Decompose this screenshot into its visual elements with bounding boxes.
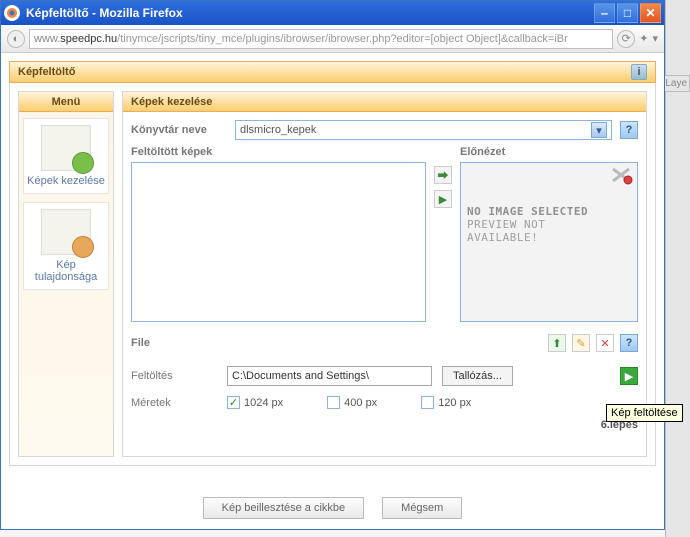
size-120-checkbox[interactable]: 120 px bbox=[421, 396, 471, 409]
file-path-input[interactable]: C:\Documents and Settings\ bbox=[227, 366, 432, 386]
preview-box: NO IMAGE SELECTED PREVIEW NOT AVAILABLE! bbox=[460, 162, 638, 322]
insert-button[interactable]: Kép beillesztése a cikkbe bbox=[203, 497, 365, 519]
main-title: Képek kezelése bbox=[123, 92, 646, 112]
sizes-label: Méretek bbox=[131, 397, 217, 409]
browser-toolbar: ◐ www.speedpc.hu/tinymce/jscripts/tiny_m… bbox=[1, 25, 664, 53]
help-icon[interactable]: ? bbox=[620, 334, 638, 352]
sidebar-item-label: Kép tulajdonsága bbox=[35, 259, 97, 283]
browse-button[interactable]: Tallózás... bbox=[442, 366, 513, 386]
panel-title-text: Képfeltöltő bbox=[18, 66, 75, 78]
reload-icon[interactable]: ⟳ bbox=[617, 30, 635, 48]
step-label: 6.lépés bbox=[131, 419, 638, 431]
size-400-checkbox[interactable]: 400 px bbox=[327, 396, 377, 409]
sidebar: Menü Képek kezelése Kép tulajdonsága bbox=[18, 91, 114, 457]
size-1024-checkbox[interactable]: ✓ 1024 px bbox=[227, 396, 283, 409]
sidebar-item-manage-images[interactable]: Képek kezelése bbox=[23, 118, 109, 194]
maximize-button[interactable]: □ bbox=[617, 3, 638, 23]
preview-placeholder: NO IMAGE SELECTED PREVIEW NOT AVAILABLE! bbox=[467, 205, 631, 244]
delete-icon[interactable]: ✕ bbox=[596, 334, 614, 352]
chevron-down-icon: ▾ bbox=[591, 122, 607, 138]
preview-label: Előnézet bbox=[460, 146, 638, 158]
minimize-button[interactable]: ‒ bbox=[594, 3, 615, 23]
directory-label: Könyvtár neve bbox=[131, 124, 227, 136]
move-right-icon[interactable]: ⮕ bbox=[434, 166, 452, 184]
info-icon[interactable]: i bbox=[631, 64, 647, 80]
upload-label: Feltöltés bbox=[131, 370, 217, 382]
checkbox-icon bbox=[421, 396, 434, 409]
help-icon[interactable]: ? bbox=[620, 121, 638, 139]
image-props-icon bbox=[41, 209, 91, 255]
directory-select[interactable]: dlsmicro_kepek ▾ bbox=[235, 120, 612, 140]
add-file-icon[interactable]: ⬆ bbox=[548, 334, 566, 352]
tooltip: Kép feltöltése bbox=[606, 404, 683, 422]
main-panel: Képek kezelése Könyvtár neve dlsmicro_ke… bbox=[122, 91, 647, 457]
edit-icon[interactable]: ✎ bbox=[572, 334, 590, 352]
favicon bbox=[4, 5, 20, 21]
sidebar-item-image-properties[interactable]: Kép tulajdonsága bbox=[23, 202, 109, 290]
browser-window: Képfeltöltő - Mozilla Firefox ‒ □ ✕ ◐ ww… bbox=[0, 0, 665, 530]
sidebar-title: Menü bbox=[19, 92, 113, 112]
arrow-right-icon[interactable]: ▶ bbox=[434, 190, 452, 208]
window-title: Képfeltöltő - Mozilla Firefox bbox=[26, 6, 592, 20]
preview-close-icon[interactable] bbox=[611, 167, 633, 185]
titlebar: Képfeltöltő - Mozilla Firefox ‒ □ ✕ bbox=[1, 1, 664, 25]
image-manage-icon bbox=[41, 125, 91, 171]
checkbox-icon: ✓ bbox=[227, 396, 240, 409]
file-label: File bbox=[131, 337, 150, 349]
sidebar-item-label: Képek kezelése bbox=[27, 175, 105, 187]
uploaded-label: Feltöltött képek bbox=[131, 146, 426, 158]
directory-value: dlsmicro_kepek bbox=[240, 124, 316, 136]
uploaded-images-list[interactable] bbox=[131, 162, 426, 322]
identity-icon[interactable]: ◐ bbox=[7, 30, 25, 48]
cancel-button[interactable]: Mégsem bbox=[382, 497, 462, 519]
url-bar[interactable]: www.speedpc.hu/tinymce/jscripts/tiny_mce… bbox=[29, 29, 613, 49]
close-button[interactable]: ✕ bbox=[640, 3, 661, 23]
checkbox-icon bbox=[327, 396, 340, 409]
upload-button[interactable]: ▶ bbox=[620, 367, 638, 385]
menu-icon[interactable]: ▾ bbox=[652, 32, 658, 45]
panel-header: Képfeltöltő i bbox=[9, 61, 656, 83]
bookmark-icon[interactable]: ✦ bbox=[639, 32, 648, 45]
